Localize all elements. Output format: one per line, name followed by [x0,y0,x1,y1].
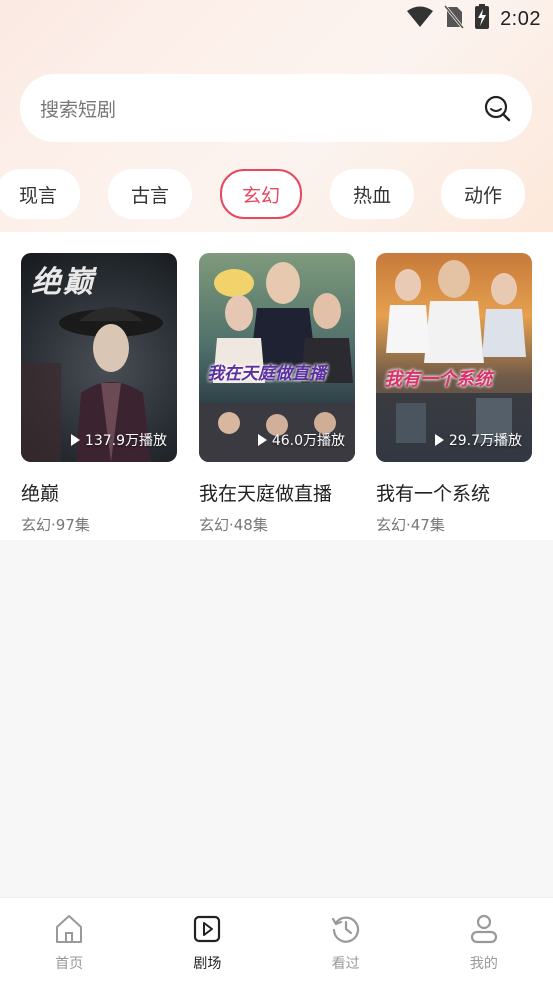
drama-title[interactable]: 绝巅 [21,479,177,506]
nav-item-theater[interactable]: 剧场 [138,898,276,983]
drama-card[interactable]: 我在天庭做直播 46.0万播放 我在天庭做直播 玄幻·48集 [199,253,355,535]
drama-card[interactable]: 绝巅 137.9万播放 绝巅 玄幻·97集 [21,253,177,535]
bottom-navigation: 首页 剧场 看过 我的 [0,897,553,983]
nav-label: 剧场 [193,956,222,972]
theater-play-icon [192,913,222,945]
play-icon [257,434,267,446]
search-bar[interactable]: 搜索短剧 [20,74,532,142]
status-time: 2:02 [500,7,541,30]
category-tab-guyan[interactable]: 古言 [108,169,192,219]
status-bar: 2:02 [0,0,553,38]
battery-charging-icon [474,4,490,34]
play-count: 29.7万播放 [434,430,522,450]
drama-meta: 玄幻·97集 [21,516,90,534]
drama-title[interactable]: 我在天庭做直播 [199,479,355,506]
nav-item-history[interactable]: 看过 [277,898,415,983]
drama-card[interactable]: 我有一个系统 29.7万播放 我有一个系统 玄幻·47集 [376,253,532,535]
search-input[interactable]: 搜索短剧 [40,95,482,122]
search-icon[interactable] [482,93,512,123]
history-icon [331,913,361,945]
drama-poster[interactable]: 我在天庭做直播 46.0万播放 [199,253,355,462]
nav-label: 我的 [469,956,498,972]
home-icon [54,913,84,945]
play-icon [434,434,444,446]
drama-title[interactable]: 我有一个系统 [376,479,532,506]
drama-grid: 绝巅 137.9万播放 绝巅 玄幻·97集 我在天庭做直播 46.0万播放 我在… [0,232,553,540]
category-tab-xuanhuan[interactable]: 玄幻 [220,169,302,219]
nav-item-home[interactable]: 首页 [0,898,138,983]
drama-meta: 玄幻·47集 [376,516,445,534]
drama-poster[interactable]: 我有一个系统 29.7万播放 [376,253,532,462]
drama-meta: 玄幻·48集 [199,516,268,534]
play-count: 137.9万播放 [70,430,167,450]
poster-title-art: 我有一个系统 [384,369,492,390]
play-count: 46.0万播放 [257,430,345,450]
drama-poster[interactable]: 绝巅 137.9万播放 [21,253,177,462]
category-tab-dongzuo[interactable]: 动作 [441,169,525,219]
poster-title-art: 绝巅 [31,265,95,300]
category-tab-xianyan[interactable]: 现言 [0,169,80,219]
poster-title-art: 我在天庭做直播 [207,364,326,384]
no-sim-icon [443,5,465,33]
play-icon [70,434,80,446]
category-tabs: 现言 古言 玄幻 热血 动作 [0,169,553,219]
nav-label: 看过 [331,956,360,972]
category-tab-rexue[interactable]: 热血 [330,169,414,219]
nav-item-profile[interactable]: 我的 [415,898,553,983]
nav-label: 首页 [55,956,84,972]
profile-icon [469,913,499,945]
wifi-icon [406,6,434,32]
